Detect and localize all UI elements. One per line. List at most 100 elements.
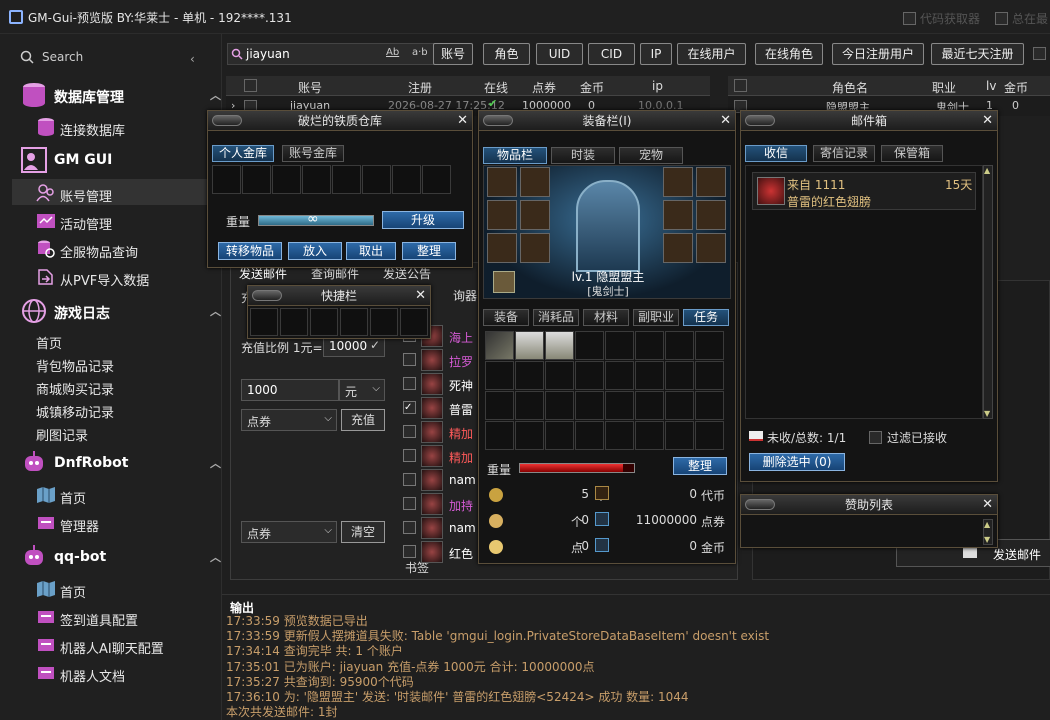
inventory-cell[interactable] xyxy=(515,391,544,420)
item-checkbox[interactable]: ✓ xyxy=(403,401,416,414)
inventory-cell[interactable] xyxy=(575,421,604,450)
item-checkbox[interactable] xyxy=(403,545,416,558)
currency-select-2[interactable]: 点券 ⌵ xyxy=(241,521,337,543)
inventory-cell[interactable] xyxy=(695,391,724,420)
inventory-cell[interactable] xyxy=(665,391,694,420)
scroll-down-icon[interactable]: ▼ xyxy=(984,535,990,544)
always-on-top-checkbox[interactable] xyxy=(995,12,1008,25)
match-case-toggle[interactable]: Ab xyxy=(386,47,399,58)
list-item[interactable]: 拉罗 xyxy=(403,349,483,371)
inventory-slot[interactable] xyxy=(332,165,361,194)
equipment-title-bar[interactable]: 装备栏(I) ✕ xyxy=(479,111,735,131)
chevron-up-icon[interactable]: ︿ xyxy=(210,87,221,103)
scroll-up-icon[interactable]: ▲ xyxy=(984,520,990,529)
list-item[interactable]: nam xyxy=(403,517,483,539)
clear-button[interactable]: 清空 xyxy=(341,521,385,543)
inventory-cell[interactable] xyxy=(635,331,664,360)
inventory-cell[interactable] xyxy=(695,361,724,390)
delete-selected-button[interactable]: 删除选中 (0) xyxy=(749,453,845,471)
inventory-slot[interactable] xyxy=(280,308,308,336)
unit-select[interactable]: 元 ⌵ xyxy=(339,379,385,401)
inventory-cell[interactable] xyxy=(515,331,544,360)
online-users-button[interactable]: 在线用户 xyxy=(677,43,746,65)
tab-equipment[interactable]: 装备 xyxy=(483,309,529,326)
inventory-cell[interactable] xyxy=(515,421,544,450)
inventory-cell[interactable] xyxy=(635,391,664,420)
inventory-slot[interactable] xyxy=(422,165,451,194)
inventory-cell[interactable] xyxy=(545,361,574,390)
inventory-cell[interactable] xyxy=(605,391,634,420)
list-item[interactable]: 精加 xyxy=(403,445,483,467)
scroll-down-icon[interactable]: ▼ xyxy=(984,409,990,418)
toolbar-extra-checkbox[interactable] xyxy=(1033,47,1046,60)
inventory-slot[interactable] xyxy=(250,308,278,336)
filter-ip-button[interactable]: IP xyxy=(640,43,672,65)
tab-pet[interactable]: 宠物 xyxy=(619,147,683,164)
inventory-cell[interactable] xyxy=(575,391,604,420)
inventory-slot[interactable] xyxy=(392,165,421,194)
close-icon[interactable]: ✕ xyxy=(720,111,731,131)
inventory-cell[interactable] xyxy=(665,361,694,390)
equipment-slot[interactable] xyxy=(663,167,693,197)
inventory-slot[interactable] xyxy=(310,308,338,336)
chevron-up-icon[interactable]: ︿ xyxy=(210,549,221,565)
inventory-slot[interactable] xyxy=(370,308,398,336)
filter-uid-button[interactable]: UID xyxy=(536,43,583,65)
tab-personal-vault[interactable]: 个人金库 xyxy=(212,145,274,162)
equipment-slot[interactable] xyxy=(663,233,693,263)
code-getter-checkbox[interactable] xyxy=(903,12,916,25)
inventory-slot[interactable] xyxy=(212,165,241,194)
chevron-up-icon[interactable]: ︿ xyxy=(210,303,221,319)
currency-select[interactable]: 点券 ⌵ xyxy=(241,409,337,431)
item-checkbox[interactable] xyxy=(403,449,416,462)
inventory-cell[interactable] xyxy=(575,331,604,360)
inventory-cell[interactable] xyxy=(545,391,574,420)
close-icon[interactable]: ✕ xyxy=(457,111,468,131)
tab-storage[interactable]: 保管箱 xyxy=(881,145,943,162)
item-checkbox[interactable] xyxy=(403,353,416,366)
amount-input[interactable]: 1000 xyxy=(241,379,339,401)
list-item[interactable]: 来自 1111 15天 普雷的红色翅膀 xyxy=(752,172,976,210)
inventory-cell[interactable] xyxy=(515,361,544,390)
quickbar-title-bar[interactable]: 快捷栏 ✕ xyxy=(248,286,430,306)
filter-cid-button[interactable]: CID xyxy=(588,43,635,65)
inventory-cell[interactable] xyxy=(635,421,664,450)
inventory-cell[interactable] xyxy=(695,331,724,360)
search-input[interactable]: jiayuan Ab a·b xyxy=(227,43,445,65)
today-registered-button[interactable]: 今日注册用户 xyxy=(832,43,924,65)
inventory-cell[interactable] xyxy=(485,391,514,420)
inventory-cell[interactable] xyxy=(635,361,664,390)
tab-sub-job[interactable]: 副职业 xyxy=(633,309,679,326)
warehouse-title-bar[interactable]: 破烂的铁质仓库 ✕ xyxy=(208,111,472,131)
equipment-slot[interactable] xyxy=(487,233,517,263)
equipment-slot[interactable] xyxy=(696,200,726,230)
item-checkbox[interactable] xyxy=(403,377,416,390)
sidebar-item-bag-log[interactable]: 背包物品记录 xyxy=(36,356,114,375)
equipment-slot[interactable] xyxy=(696,233,726,263)
item-checkbox[interactable] xyxy=(403,425,416,438)
tab-sent-log[interactable]: 寄信记录 xyxy=(813,145,875,162)
filter-received-checkbox[interactable] xyxy=(869,431,882,444)
list-item[interactable]: nam xyxy=(403,469,483,491)
equipment-slot[interactable] xyxy=(520,167,550,197)
inventory-cell[interactable] xyxy=(665,421,694,450)
sidebar-item-dungeon-log[interactable]: 刷图记录 xyxy=(36,425,88,444)
close-icon[interactable]: ✕ xyxy=(415,286,426,306)
tab-account-vault[interactable]: 账号金库 xyxy=(282,145,344,162)
list-item[interactable]: 精加 xyxy=(403,421,483,443)
recharge-button[interactable]: 充值 xyxy=(341,409,385,431)
mailbox-title-bar[interactable]: 邮件箱 ✕ xyxy=(741,111,997,131)
equipment-slot[interactable] xyxy=(487,167,517,197)
inventory-cell[interactable] xyxy=(605,361,634,390)
sidebar-item-mall-log[interactable]: 商城购买记录 xyxy=(36,379,114,398)
always-on-top-toggle[interactable]: 总在最 xyxy=(995,10,1048,27)
confirm-check-icon[interactable]: ✓ xyxy=(370,338,380,352)
sidebar-item-town-log[interactable]: 城镇移动记录 xyxy=(36,402,114,421)
inventory-slot[interactable] xyxy=(362,165,391,194)
inventory-slot[interactable] xyxy=(340,308,368,336)
sponsor-title-bar[interactable]: 赞助列表 ✕ xyxy=(741,495,997,515)
take-out-button[interactable]: 取出 xyxy=(346,242,396,260)
equipment-slot[interactable] xyxy=(520,233,550,263)
inventory-slot[interactable] xyxy=(302,165,331,194)
chevron-up-icon[interactable]: ︿ xyxy=(210,455,221,471)
